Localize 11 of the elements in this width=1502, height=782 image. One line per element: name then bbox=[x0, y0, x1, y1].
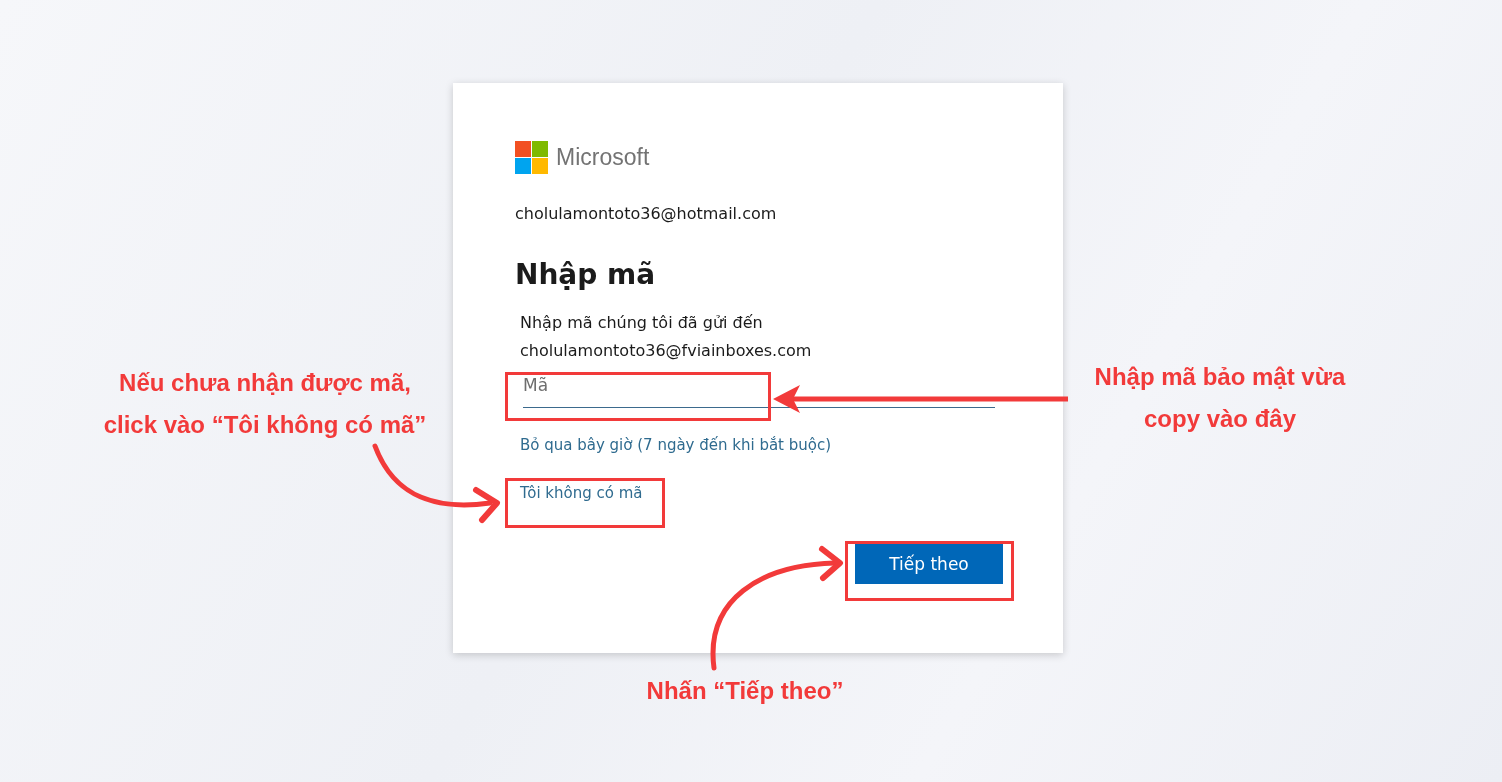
annotation-text: Nhấn “Tiếp theo” bbox=[645, 676, 845, 706]
four-squares-logo-icon bbox=[515, 141, 548, 174]
annotation-text: Nếu chưa nhận được mã, click vào “Tôi không có mã” bbox=[102, 368, 428, 440]
page-heading: Nhập mã bbox=[515, 258, 657, 291]
annotation-text: Nhập mã bảo mật vừa copy vào đây bbox=[1093, 362, 1347, 434]
account-email: cholulamontoto36@hotmail.com bbox=[515, 204, 778, 223]
description-text: Nhập mã chúng tôi đã gửi đến cholulamontoto36@fviainboxes.com bbox=[520, 312, 813, 362]
skip-link[interactable]: Bỏ qua bây giờ (7 ngày đến khi bắt buộc) bbox=[520, 436, 832, 454]
no-code-link[interactable]: Tôi không có mã bbox=[520, 484, 643, 502]
brand-name: Microsoft bbox=[556, 144, 650, 171]
next-button[interactable]: Tiếp theo bbox=[855, 544, 1003, 584]
